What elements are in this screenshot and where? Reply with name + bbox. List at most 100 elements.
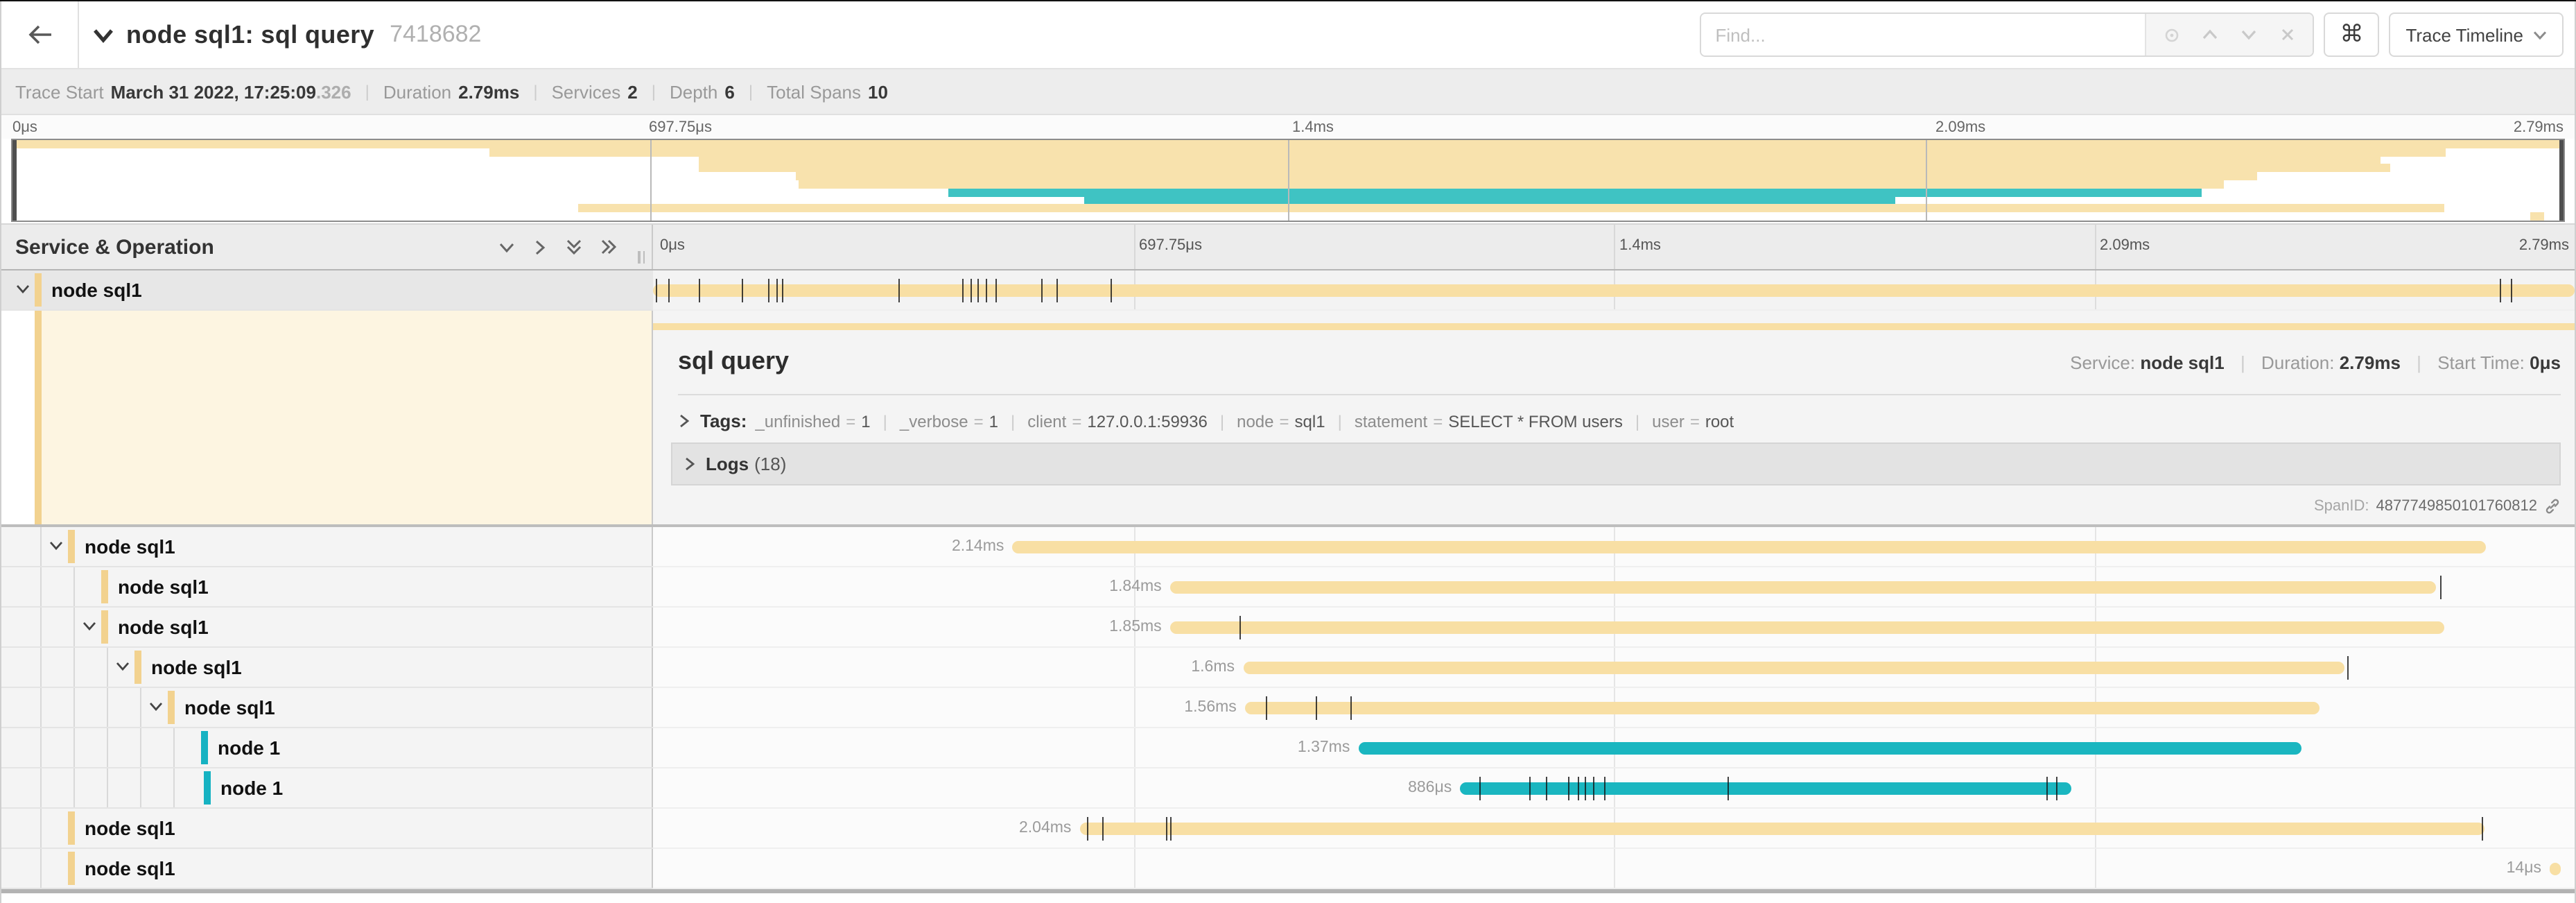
log-marker[interactable] bbox=[1585, 777, 1586, 800]
span-timeline-cell[interactable]: 1.6ms bbox=[653, 648, 2575, 688]
span-bar[interactable] bbox=[2550, 863, 2560, 875]
span-bar[interactable] bbox=[653, 284, 2575, 297]
log-marker[interactable] bbox=[2348, 656, 2349, 680]
span-timeline-cell[interactable]: 2.14ms bbox=[653, 527, 2575, 567]
span-bar[interactable] bbox=[1170, 581, 2437, 594]
prev-match-icon[interactable] bbox=[2191, 15, 2229, 54]
log-marker[interactable] bbox=[962, 279, 964, 302]
column-resize-grip[interactable] bbox=[638, 251, 645, 264]
span-timeline-cell[interactable] bbox=[653, 270, 2575, 311]
keyboard-shortcuts-button[interactable]: ⌘ bbox=[2324, 12, 2379, 57]
tags-expand-chevron-icon[interactable] bbox=[678, 413, 690, 429]
span-detail-content: sql query Service: node sql1 | Duration:… bbox=[653, 311, 2575, 524]
log-marker[interactable] bbox=[782, 279, 783, 302]
logs-expand-chevron-icon[interactable] bbox=[684, 456, 696, 472]
span-timeline-cell[interactable]: 2.04ms bbox=[653, 809, 2575, 849]
span-tree-cell[interactable]: node sql1 bbox=[1, 688, 653, 728]
log-marker[interactable] bbox=[2500, 279, 2501, 302]
span-bar[interactable] bbox=[1460, 782, 2071, 795]
log-marker[interactable] bbox=[2056, 777, 2057, 800]
timeline-minimap[interactable] bbox=[11, 139, 2565, 222]
span-tree-cell[interactable]: node sql1 bbox=[1, 527, 653, 567]
span-tree-cell[interactable]: node sql1 bbox=[1, 849, 653, 889]
minimap-left-handle[interactable] bbox=[12, 140, 17, 221]
span-bar[interactable] bbox=[1243, 662, 2344, 674]
span-tree-cell[interactable]: node 1 bbox=[1, 768, 653, 809]
span-expand-chevron-icon[interactable] bbox=[148, 699, 164, 714]
log-marker[interactable] bbox=[1529, 777, 1531, 800]
span-bar[interactable] bbox=[1358, 742, 2301, 755]
tags-row[interactable]: Tags: _unfinished=1|_verbose=1|client=12… bbox=[678, 411, 2561, 431]
span-timeline-cell[interactable]: 1.84ms bbox=[653, 567, 2575, 608]
log-marker[interactable] bbox=[970, 279, 971, 302]
log-marker[interactable] bbox=[1103, 817, 1104, 841]
log-marker[interactable] bbox=[1350, 696, 1352, 720]
span-tree-cell[interactable]: node sql1 bbox=[1, 809, 653, 849]
log-marker[interactable] bbox=[742, 279, 743, 302]
log-marker[interactable] bbox=[2046, 777, 2048, 800]
back-button[interactable] bbox=[1, 1, 79, 68]
span-timeline-cell[interactable]: 1.37ms bbox=[653, 728, 2575, 768]
log-marker[interactable] bbox=[1111, 279, 1112, 302]
log-marker[interactable] bbox=[1479, 777, 1481, 800]
minimap-right-handle[interactable] bbox=[2559, 140, 2564, 221]
span-bar[interactable] bbox=[1245, 702, 2320, 714]
log-marker[interactable] bbox=[1087, 817, 1088, 841]
log-marker[interactable] bbox=[1170, 817, 1172, 841]
locate-icon[interactable] bbox=[2152, 15, 2191, 54]
log-marker[interactable] bbox=[899, 279, 900, 302]
log-marker[interactable] bbox=[1166, 817, 1167, 841]
logs-row[interactable]: Logs (18) bbox=[671, 442, 2561, 485]
span-bar[interactable] bbox=[1079, 823, 2484, 835]
log-marker[interactable] bbox=[699, 279, 701, 302]
span-row: node sql12.14ms bbox=[1, 527, 2575, 567]
log-marker[interactable] bbox=[668, 279, 670, 302]
clear-find-icon[interactable] bbox=[2268, 15, 2307, 54]
collapse-one-icon[interactable] bbox=[498, 238, 516, 256]
expand-all-icon[interactable] bbox=[599, 237, 618, 257]
span-bar[interactable] bbox=[1170, 621, 2444, 634]
collapse-trace-chevron-icon[interactable] bbox=[93, 27, 114, 42]
log-marker[interactable] bbox=[656, 279, 657, 302]
span-bar[interactable] bbox=[1012, 541, 2486, 553]
log-marker[interactable] bbox=[776, 279, 777, 302]
find-input[interactable] bbox=[1701, 14, 2145, 55]
log-marker[interactable] bbox=[1567, 777, 1569, 800]
next-match-icon[interactable] bbox=[2229, 15, 2268, 54]
span-timeline-cell[interactable]: 1.85ms bbox=[653, 608, 2575, 648]
log-marker[interactable] bbox=[1316, 696, 1317, 720]
log-marker[interactable] bbox=[1266, 696, 1267, 720]
span-tree-cell[interactable]: node sql1 bbox=[1, 567, 653, 608]
log-marker[interactable] bbox=[2440, 576, 2442, 599]
expand-one-icon[interactable] bbox=[531, 238, 549, 256]
span-timeline-cell[interactable]: 1.56ms bbox=[653, 688, 2575, 728]
span-tree-cell[interactable]: node 1 bbox=[1, 728, 653, 768]
trace-view-menu-button[interactable]: Trace Timeline bbox=[2389, 12, 2564, 57]
log-marker[interactable] bbox=[1239, 616, 1240, 639]
copy-link-icon[interactable] bbox=[2544, 498, 2561, 515]
log-marker[interactable] bbox=[1728, 777, 1729, 800]
span-tree-cell[interactable]: node sql1 bbox=[1, 270, 653, 311]
log-marker[interactable] bbox=[1577, 777, 1578, 800]
log-marker[interactable] bbox=[2482, 817, 2484, 841]
span-expand-chevron-icon[interactable] bbox=[115, 659, 130, 674]
span-timeline-cell[interactable]: 14μs bbox=[653, 849, 2575, 889]
span-timeline-cell[interactable]: 886μs bbox=[653, 768, 2575, 809]
log-marker[interactable] bbox=[1041, 279, 1043, 302]
collapse-all-icon[interactable] bbox=[564, 237, 584, 257]
span-expand-chevron-icon[interactable] bbox=[15, 282, 31, 297]
span-expand-chevron-icon[interactable] bbox=[49, 538, 64, 553]
span-expand-chevron-icon[interactable] bbox=[82, 619, 97, 634]
log-marker[interactable] bbox=[977, 279, 979, 302]
log-marker[interactable] bbox=[1604, 777, 1605, 800]
log-marker[interactable] bbox=[1056, 279, 1058, 302]
span-tree-cell[interactable]: node sql1 bbox=[1, 648, 653, 688]
log-marker[interactable] bbox=[2512, 279, 2513, 302]
log-marker[interactable] bbox=[995, 279, 996, 302]
log-marker[interactable] bbox=[1547, 777, 1548, 800]
log-marker[interactable] bbox=[768, 279, 769, 302]
log-marker[interactable] bbox=[1593, 777, 1594, 800]
span-tree-cell[interactable]: node sql1 bbox=[1, 608, 653, 648]
meta-label: Duration bbox=[383, 81, 451, 102]
log-marker[interactable] bbox=[986, 279, 987, 302]
